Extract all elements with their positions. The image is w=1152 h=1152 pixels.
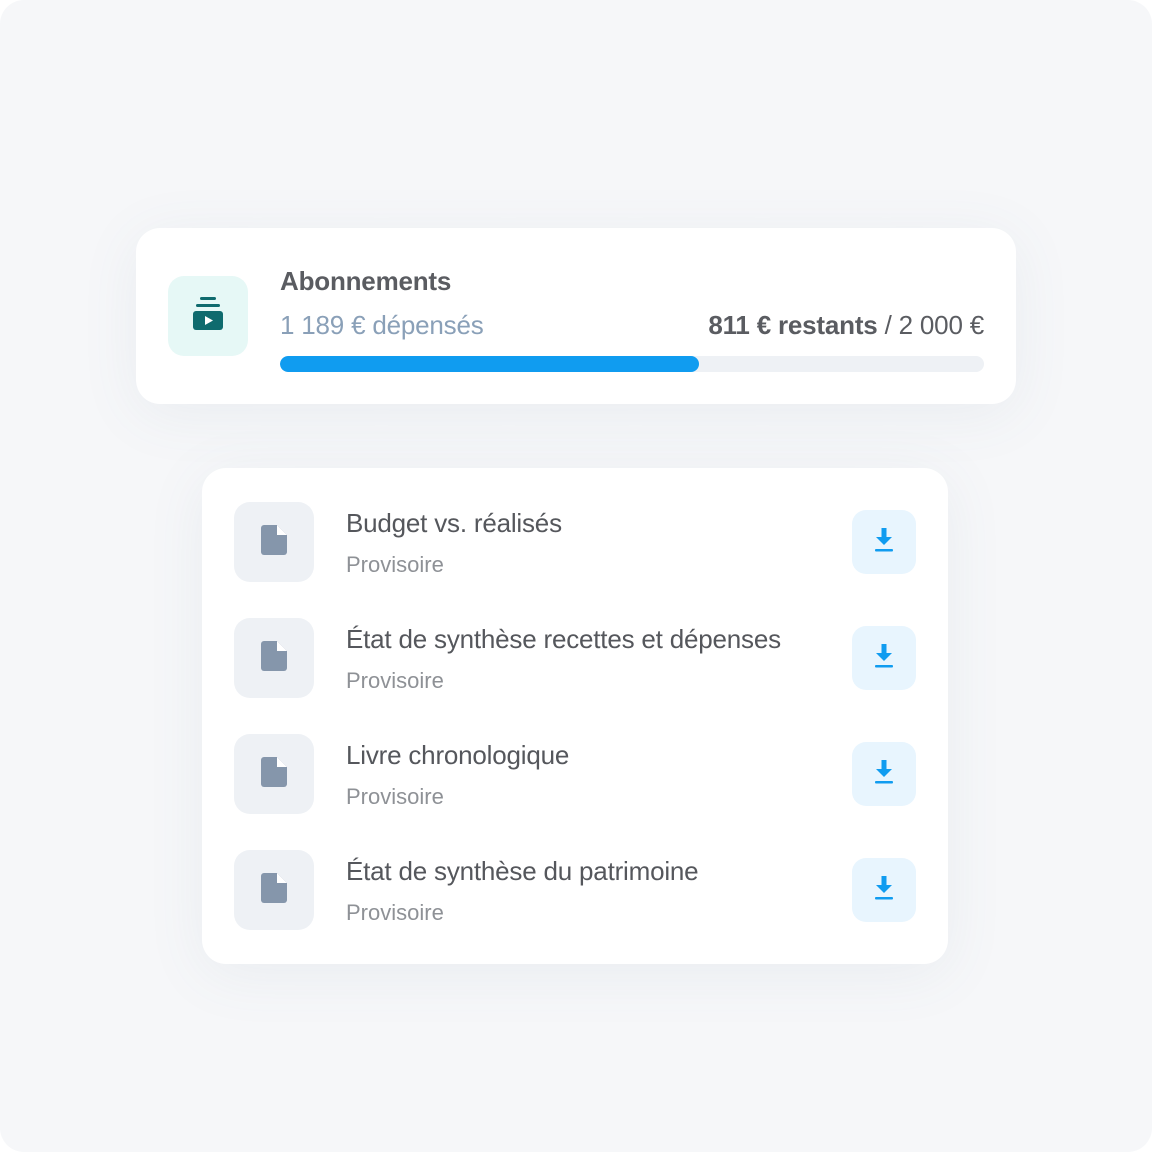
page-background: Abonnements 1 189 € dépensés 811 € resta… bbox=[0, 0, 1152, 1152]
amount-separator: / bbox=[877, 310, 899, 340]
document-icon-container bbox=[234, 502, 314, 582]
category-icon-container bbox=[168, 276, 248, 356]
remaining-value: 811 € restants bbox=[708, 310, 878, 340]
document-title: Budget vs. réalisés bbox=[346, 508, 562, 538]
list-item: État de synthèse du patrimoine Provisoir… bbox=[202, 850, 948, 930]
budget-progress-fill bbox=[280, 356, 699, 372]
download-button[interactable] bbox=[852, 742, 916, 806]
subscription-video-icon bbox=[192, 296, 224, 336]
document-icon-container bbox=[234, 618, 314, 698]
document-icon-container bbox=[234, 850, 314, 930]
download-button[interactable] bbox=[852, 858, 916, 922]
document-title: État de synthèse du patrimoine bbox=[346, 856, 699, 886]
document-icon-container bbox=[234, 734, 314, 814]
documents-card: Budget vs. réalisés Provisoire État de s… bbox=[202, 468, 948, 964]
list-item: Livre chronologique Provisoire bbox=[202, 734, 948, 814]
file-icon bbox=[261, 756, 287, 792]
document-status: Provisoire bbox=[346, 552, 444, 577]
file-icon bbox=[261, 640, 287, 676]
file-icon bbox=[261, 524, 287, 560]
download-button[interactable] bbox=[852, 626, 916, 690]
download-icon bbox=[874, 759, 894, 789]
budget-category-card[interactable]: Abonnements 1 189 € dépensés 811 € resta… bbox=[136, 228, 1016, 404]
total-budget: 2 000 € bbox=[898, 310, 985, 340]
download-icon bbox=[874, 643, 894, 673]
document-status: Provisoire bbox=[346, 668, 444, 693]
document-status: Provisoire bbox=[346, 784, 444, 809]
document-status: Provisoire bbox=[346, 900, 444, 925]
spent-amount: 1 189 € dépensés bbox=[280, 310, 484, 340]
download-icon bbox=[874, 527, 894, 557]
list-item: État de synthèse recettes et dépenses Pr… bbox=[202, 618, 948, 698]
remaining-amount: 811 € restants / 2 000 € bbox=[708, 310, 984, 341]
document-title: Livre chronologique bbox=[346, 740, 570, 770]
file-icon bbox=[261, 872, 287, 908]
download-icon bbox=[874, 875, 894, 905]
budget-progress-bar bbox=[280, 356, 984, 372]
list-item: Budget vs. réalisés Provisoire bbox=[202, 502, 948, 582]
document-title: État de synthèse recettes et dépenses bbox=[346, 624, 781, 654]
category-title: Abonnements bbox=[280, 266, 452, 296]
download-button[interactable] bbox=[852, 510, 916, 574]
